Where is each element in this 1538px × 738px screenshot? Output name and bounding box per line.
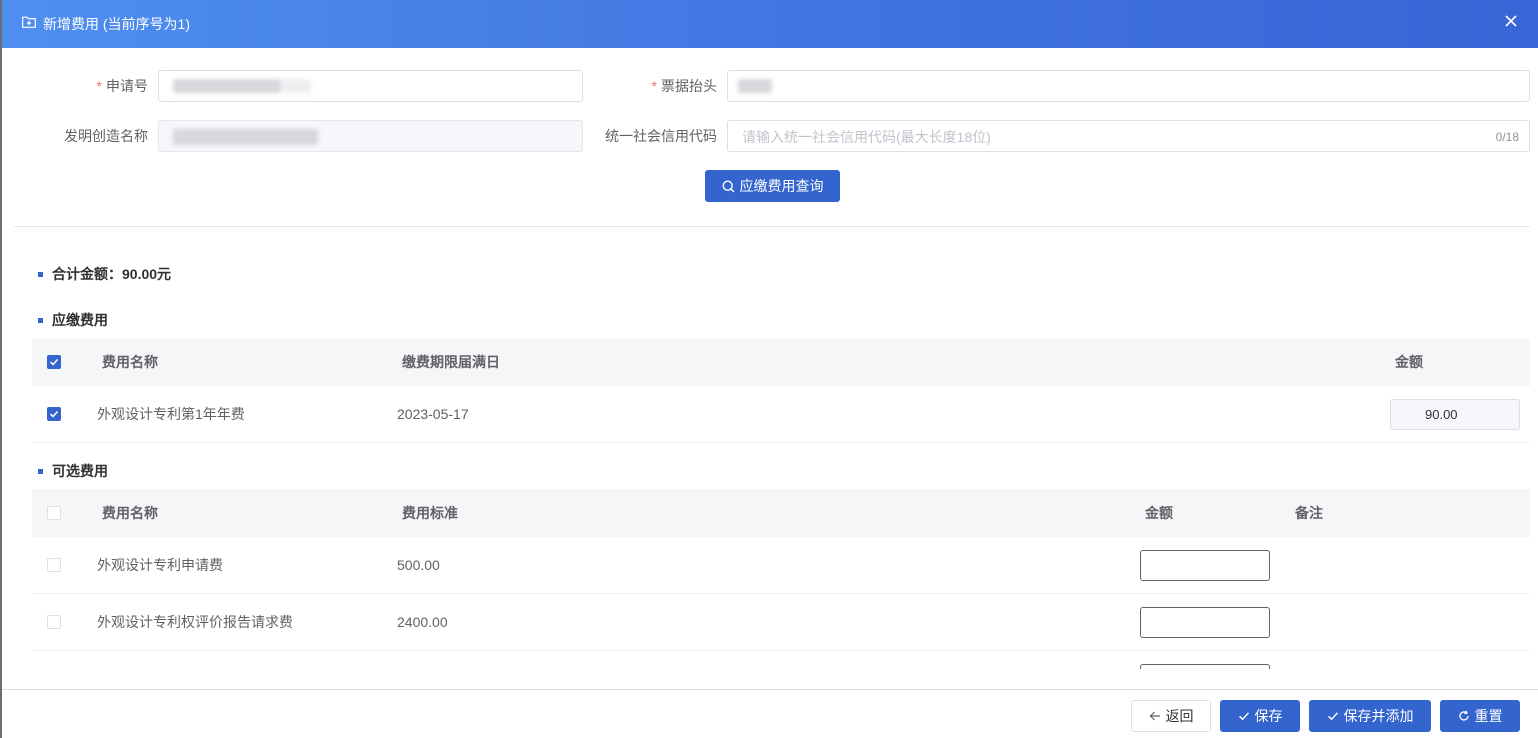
optional-table-header: 费用名称 费用标准 金额 备注 [32, 489, 1530, 537]
query-fees-button[interactable]: 应缴费用查询 [705, 170, 840, 202]
credit-code-placeholder: 请输入统一社会信用代码(最大长度18位) [742, 129, 991, 145]
invoice-title-label: * 票据抬头 [651, 78, 717, 94]
select-all-checkbox[interactable] [47, 506, 61, 520]
application-no-input[interactable] [158, 70, 583, 102]
table-row: 外观设计专利第1年年费 2023-05-17 90.00 [32, 386, 1530, 443]
optional-fees-title-text: 可选费用 [52, 463, 108, 479]
back-label: 返回 [1165, 708, 1194, 724]
arrow-left-icon [1149, 711, 1160, 721]
fee-amount-input[interactable] [1140, 607, 1270, 638]
fee-amount-field: 90.00 [1390, 399, 1520, 430]
fee-name: 外观设计专利第1年年费 [97, 406, 245, 422]
column-header-fee-name: 费用名称 [102, 505, 158, 521]
fee-standard: 500.00 [397, 557, 440, 573]
section-divider [14, 226, 1530, 227]
total-amount: 合计金额：90.00元 [38, 265, 171, 283]
table-row-partial [32, 651, 1530, 669]
reset-label: 重置 [1474, 708, 1503, 724]
column-header-deadline: 缴费期限届满日 [402, 354, 500, 370]
fee-name: 外观设计专利申请费 [97, 557, 223, 573]
bullet-marker [38, 271, 43, 277]
row-checkbox[interactable] [47, 615, 61, 629]
save-button[interactable]: 保存 [1220, 700, 1300, 732]
fee-name: 外观设计专利权评价报告请求费 [97, 614, 293, 630]
invention-name-input [158, 120, 583, 152]
query-fees-label: 应缴费用查询 [739, 178, 824, 194]
redacted-value [281, 79, 311, 93]
save-and-add-button[interactable]: 保存并添加 [1309, 700, 1431, 732]
redacted-value [173, 79, 281, 93]
dialog-title: 新增费用 (当前序号为1) [43, 16, 190, 32]
check-icon [49, 358, 59, 366]
column-header-amount: 金额 [1395, 354, 1423, 370]
dialog-footer: 返回 保存 保存并添加 重置 [2, 689, 1538, 738]
bullet-marker [38, 317, 43, 323]
char-counter: 0/18 [1495, 130, 1519, 144]
add-fee-dialog: 新增费用 (当前序号为1) * 申请号 * 票据抬头 发明创造名称 统一社会信用代码… [0, 0, 1538, 738]
credit-code-input[interactable]: 请输入统一社会信用代码(最大长度18位) 0/18 [727, 120, 1530, 152]
close-icon[interactable] [1504, 14, 1518, 28]
reset-button[interactable]: 重置 [1440, 700, 1520, 732]
payable-fees-title: 应缴费用 [38, 311, 108, 329]
check-icon [1327, 712, 1338, 721]
column-header-amount: 金额 [1145, 505, 1173, 521]
column-header-fee-name: 费用名称 [102, 354, 158, 370]
fee-amount-input[interactable] [1140, 550, 1270, 581]
search-icon [721, 179, 734, 192]
redacted-value [738, 79, 772, 93]
save-label: 保存 [1254, 708, 1283, 724]
folder-add-icon [22, 16, 36, 28]
save-and-add-label: 保存并添加 [1343, 708, 1414, 724]
table-row: 外观设计专利申请费 500.00 [32, 537, 1530, 594]
dialog-header: 新增费用 (当前序号为1) [2, 0, 1538, 48]
column-header-fee-standard: 费用标准 [402, 505, 458, 521]
application-no-label: * 申请号 [96, 78, 148, 94]
optional-fees-title: 可选费用 [38, 462, 108, 480]
invoice-title-input[interactable] [727, 70, 1530, 102]
bullet-marker [38, 468, 43, 474]
total-amount-text: 合计金额：90.00元 [52, 266, 172, 282]
refresh-icon [1458, 710, 1469, 721]
payable-fees-title-text: 应缴费用 [52, 312, 108, 328]
invention-name-label: 发明创造名称 [64, 128, 148, 144]
fee-deadline: 2023-05-17 [397, 406, 469, 422]
redacted-value [173, 129, 318, 145]
table-row: 外观设计专利权评价报告请求费 2400.00 [32, 594, 1530, 651]
fee-amount-input[interactable] [1140, 664, 1270, 669]
check-icon [49, 410, 59, 418]
row-checkbox[interactable] [47, 407, 61, 421]
fee-standard: 2400.00 [397, 614, 448, 630]
check-icon [1238, 712, 1249, 721]
payable-table-header: 费用名称 缴费期限届满日 金额 [32, 338, 1530, 386]
credit-code-label: 统一社会信用代码 [605, 128, 717, 144]
row-checkbox[interactable] [47, 558, 61, 572]
column-header-remark: 备注 [1295, 505, 1323, 521]
back-button[interactable]: 返回 [1131, 700, 1211, 732]
select-all-checkbox[interactable] [47, 355, 61, 369]
